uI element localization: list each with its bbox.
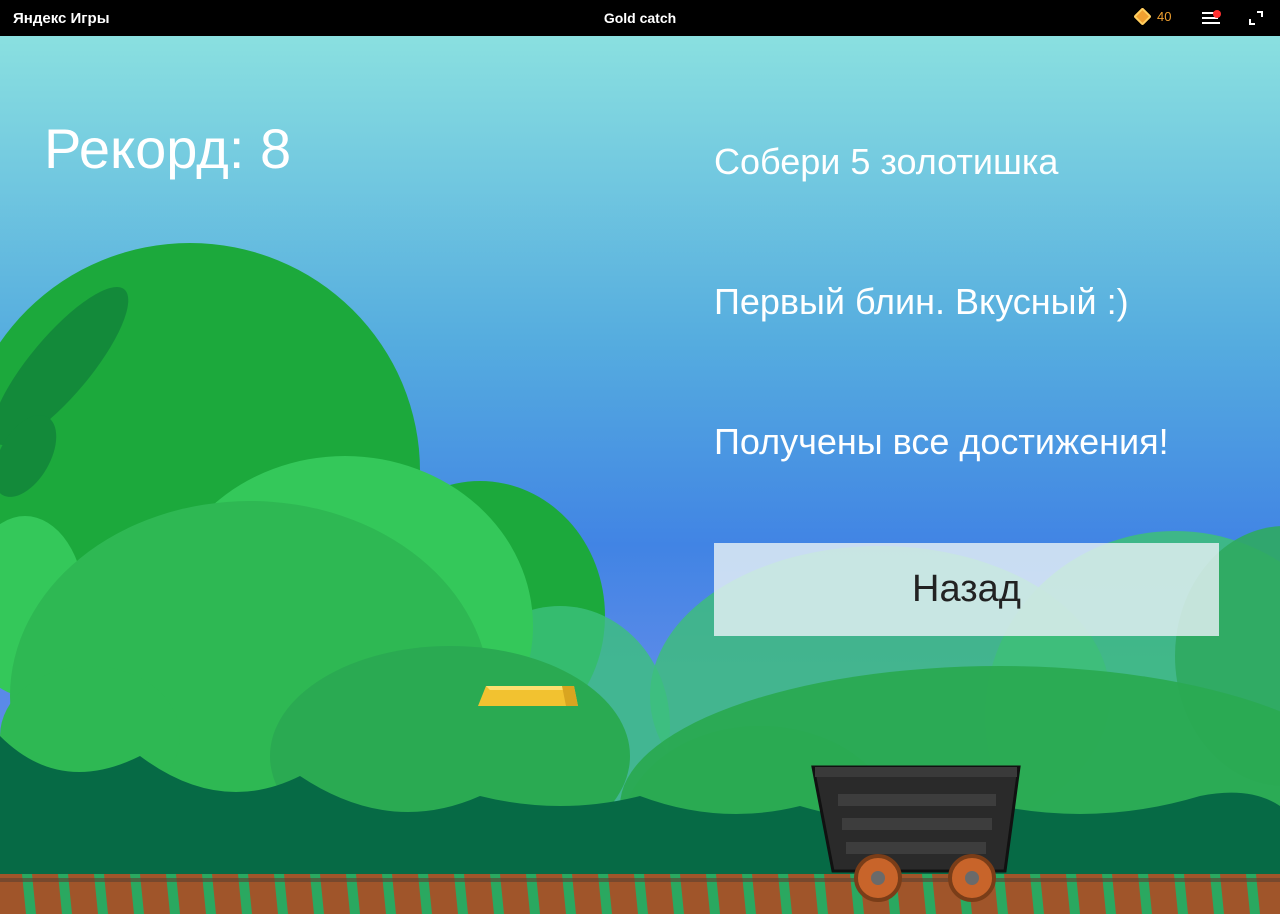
record-score: Рекорд: 8 (44, 117, 292, 180)
coins-count: 40 (1157, 9, 1172, 24)
coins-balance[interactable]: 40 (1133, 7, 1172, 26)
achievement-3: Получены все достижения! (714, 421, 1169, 462)
top-bar: Яндекс Игры Gold catch 40 (0, 0, 1280, 36)
gold-bar (478, 686, 578, 706)
achievement-2: Первый блин. Вкусный :) (714, 281, 1129, 322)
game-title: Gold catch (603, 10, 677, 26)
achievement-1: Собери 5 золотишка (714, 141, 1059, 182)
game-canvas[interactable]: Рекорд: 8 Собери 5 золотишка Первый блин… (0, 36, 1280, 914)
coin-icon (1133, 7, 1152, 26)
back-button[interactable]: Назад (714, 543, 1219, 636)
notification-dot (1213, 10, 1221, 18)
fullscreen-icon[interactable] (1248, 10, 1264, 26)
